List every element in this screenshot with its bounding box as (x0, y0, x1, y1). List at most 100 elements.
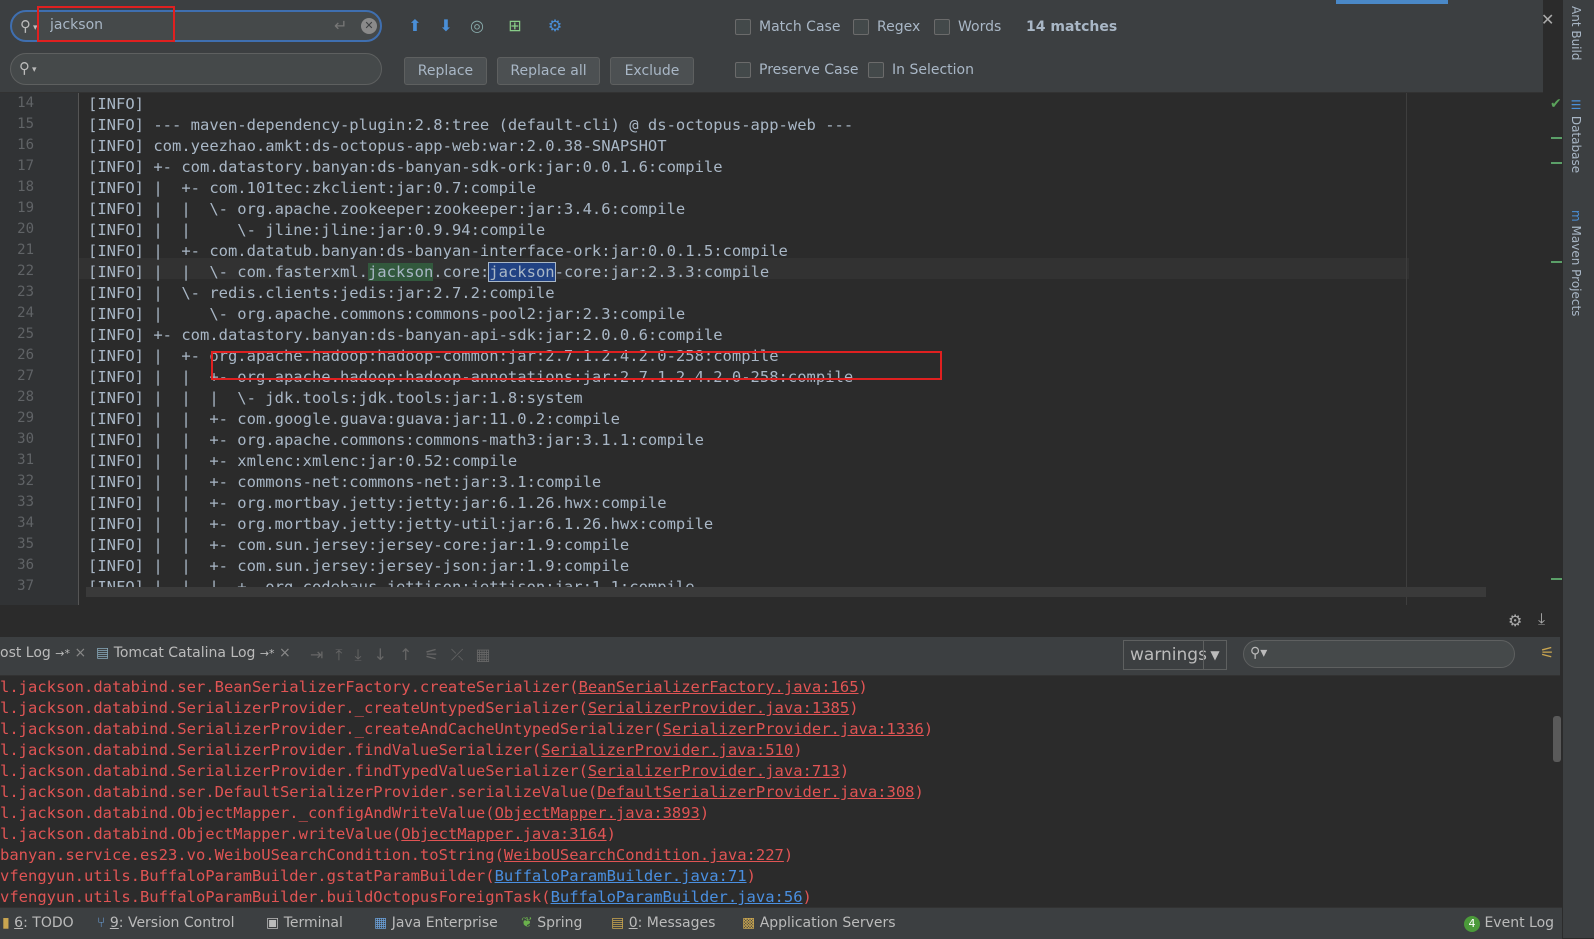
source-link[interactable]: SerializerProvider.java:713 (588, 762, 840, 780)
pin-icon[interactable]: →* (55, 647, 70, 660)
java-enterprise-label: Java Enterprise (391, 915, 498, 931)
terminal-tool-button[interactable]: ▣ Terminal (266, 915, 343, 931)
filter-icon[interactable]: ⚟ (424, 645, 450, 664)
tab-tomcat-catalina-log[interactable]: ▤ Tomcat Catalina Log →* × (96, 645, 291, 661)
previous-occurrence-icon[interactable]: ⬆ (405, 16, 425, 36)
code-line: [INFO] | | +- org.mortbay.jetty:jetty:ja… (88, 494, 667, 512)
select-all-occurrences-icon[interactable]: ⊞ (505, 16, 525, 36)
hide-panel-icon[interactable]: ⤓ (1538, 609, 1545, 629)
code-line: [INFO] | | +- com.sun.jersey:jersey-json… (88, 557, 630, 575)
next-occurrence-icon[interactable]: ⬇ (436, 16, 456, 36)
spring-icon: ❦ (521, 915, 533, 931)
in-selection-box[interactable] (868, 62, 884, 78)
log-text: vfengyun.utils.BuffaloParamBuilder.gstat… (0, 867, 495, 885)
log-text-end: ) (914, 783, 924, 801)
down-icon[interactable]: ↓ (374, 645, 399, 664)
editor-horizontal-scrollbar[interactable] (86, 587, 1486, 597)
maven-projects-tab[interactable]: m Maven Projects (1569, 210, 1583, 316)
database-tab[interactable]: ☰ Database (1569, 98, 1583, 173)
java-enterprise-icon: ▦ (374, 915, 388, 931)
java-enterprise-tool-button[interactable]: ▦ Java Enterprise (374, 915, 498, 931)
source-link[interactable]: BuffaloParamBuilder.java:56 (551, 888, 803, 906)
exclude-button[interactable]: Exclude (610, 57, 694, 85)
log-text: l.jackson.databind.SerializerProvider._c… (0, 699, 588, 717)
soft-wrap-icon[interactable]: ⇥ (310, 645, 335, 664)
ant-build-label: Ant Build (1569, 6, 1583, 61)
preserve-case-box[interactable] (735, 62, 751, 78)
log-text-end: ) (858, 678, 868, 696)
application-servers-icon: ▩ (742, 915, 756, 931)
log-text-end: ) (839, 762, 850, 780)
log-vertical-scrollbar[interactable] (1553, 716, 1561, 762)
replace-field[interactable]: ⚲ (10, 53, 382, 85)
chevron-down-icon[interactable]: ▼ (1203, 641, 1226, 669)
log-line: l.jackson.databind.SerializerProvider.fi… (0, 762, 849, 780)
close-icon[interactable]: × (74, 645, 86, 661)
source-link[interactable]: WeiboUSearchCondition.java:227 (504, 846, 784, 864)
close-icon[interactable]: ✕ (1541, 10, 1554, 29)
regex-label: Regex (877, 19, 921, 35)
pin-icon[interactable]: →* (260, 647, 275, 660)
match-case-box[interactable] (735, 19, 751, 35)
line-number: 21 (17, 242, 34, 258)
log-level-select[interactable]: warnings ▼ (1123, 640, 1227, 670)
scroll-up-icon[interactable]: ⤒ (335, 645, 354, 664)
close-icon[interactable]: × (279, 645, 291, 661)
source-link[interactable]: SerializerProvider.java:1336 (663, 720, 924, 738)
find-all-icon[interactable]: ◎ (467, 16, 487, 36)
editor[interactable]: 14 15 16 17 18 19 20 21 22 23 24 25 26 27 28 29 30 31 32 33… (0, 93, 1560, 605)
clear-search-icon[interactable]: ✕ (361, 18, 377, 34)
find-replace-panel: ⚲ ↵ ✕ ⚲ ⬆ ⬇ ◎ ⊞ ⚙ Match Case Regex Words… (0, 0, 1554, 93)
line-number: 28 (17, 389, 34, 405)
source-link[interactable]: ObjectMapper.java:3164 (401, 825, 606, 843)
search-history-icon[interactable]: ⚲ (20, 17, 38, 35)
tab-host-log[interactable]: ost Log →* × (0, 645, 86, 661)
source-link[interactable]: SerializerProvider.java:510 (541, 741, 793, 759)
words-box[interactable] (934, 19, 950, 35)
in-selection-checkbox[interactable]: In Selection (868, 62, 974, 78)
annotation-highlight-line (211, 351, 942, 380)
settings-icon[interactable]: ⚙ (545, 16, 565, 36)
event-log-tool-button[interactable]: 4 Event Log (1464, 915, 1554, 932)
scroll-down-icon[interactable]: ⤓ (354, 645, 373, 664)
maven-projects-label: Maven Projects (1569, 225, 1583, 317)
in-selection-label: In Selection (892, 62, 974, 78)
code-segment: -core:jar:2.3.3:compile (554, 263, 770, 281)
application-servers-tool-button[interactable]: ▩ Application Servers (742, 915, 896, 931)
ant-build-tab[interactable]: Ant Build (1569, 6, 1583, 60)
preserve-case-checkbox[interactable]: Preserve Case (735, 62, 859, 78)
replace-history-icon[interactable]: ⚲ (19, 59, 37, 77)
source-link[interactable]: BeanSerializerFactory.java:165 (579, 678, 859, 696)
print-icon[interactable]: ▦ (476, 645, 503, 664)
messages-tool-button[interactable]: ▤ 0: Messages (611, 915, 715, 931)
regex-filter-icon[interactable]: ⚟ (1540, 643, 1554, 662)
spring-tool-button[interactable]: ❦ Spring (521, 915, 582, 931)
log-file-icon: ▤ (96, 645, 110, 661)
match-case-checkbox[interactable]: Match Case (735, 19, 840, 35)
vc-label: : Version Control (118, 915, 235, 931)
line-number: 16 (17, 137, 34, 153)
log-search-field[interactable]: ⚲▾ (1243, 640, 1515, 668)
log-text: l.jackson.databind.ser.BeanSerializerFac… (0, 678, 579, 696)
version-control-tool-button[interactable]: ⑂ 9: Version Control (97, 915, 235, 931)
todo-tool-button[interactable]: ▮ 6: TODO (2, 915, 74, 931)
regex-box[interactable] (853, 19, 869, 35)
words-checkbox[interactable]: Words (934, 19, 1001, 35)
source-link[interactable]: SerializerProvider.java:1385 (588, 699, 849, 717)
code-line: [INFO] | \- org.apache.commons:commons-p… (88, 305, 686, 323)
source-link[interactable]: ObjectMapper.java:3893 (495, 804, 700, 822)
log-line: l.jackson.databind.SerializerProvider._c… (0, 699, 859, 717)
replace-all-button[interactable]: Replace all (497, 57, 600, 85)
log-text-end: ) (606, 825, 616, 843)
todo-icon: ▮ (2, 915, 10, 931)
panel-settings-icon[interactable]: ⚙ (1508, 611, 1522, 630)
vc-number: 9 (109, 915, 119, 931)
terminal-label: Terminal (283, 915, 343, 931)
clear-all-icon[interactable]: ⤫ (451, 645, 476, 664)
replace-button[interactable]: Replace (404, 57, 487, 85)
regex-checkbox[interactable]: Regex (853, 19, 920, 35)
source-link[interactable]: DefaultSerializerProvider.java:308 (597, 783, 914, 801)
enter-icon: ↵ (334, 16, 348, 35)
up-icon[interactable]: ↑ (399, 645, 424, 664)
source-link[interactable]: BuffaloParamBuilder.java:71 (495, 867, 747, 885)
